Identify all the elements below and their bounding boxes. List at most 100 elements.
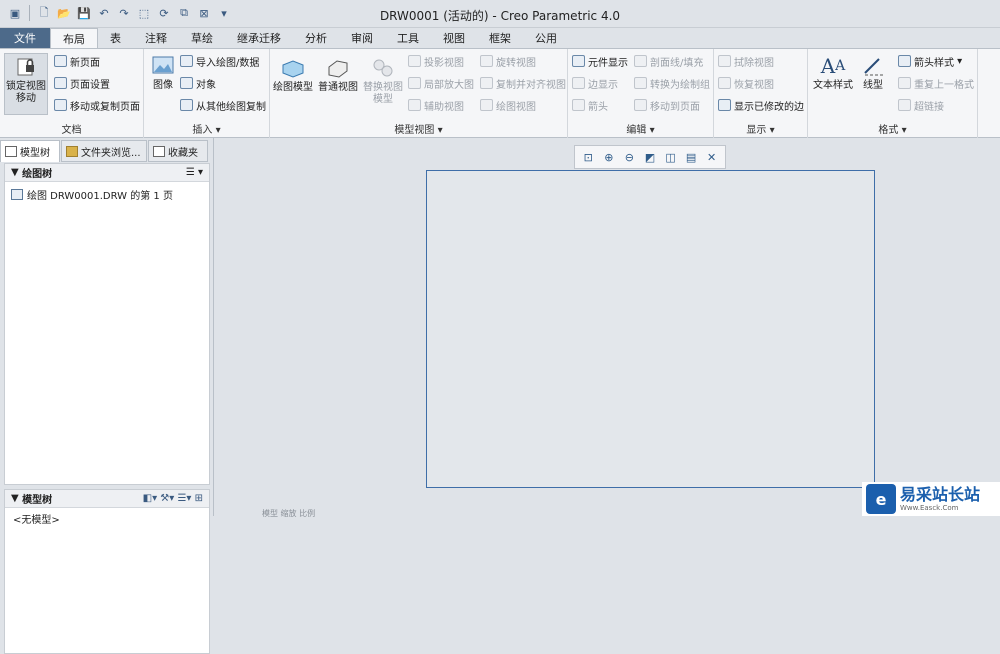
drawing-view-label: 绘图视图 bbox=[496, 101, 536, 113]
repeat-format-icon bbox=[898, 77, 911, 89]
image-button[interactable]: 图像 bbox=[148, 55, 178, 92]
line-style-button[interactable]: 线型 bbox=[856, 55, 890, 92]
tree-settings-icon[interactable]: ☰ ▾ bbox=[186, 167, 203, 178]
tab-annotate[interactable]: 注释 bbox=[133, 28, 179, 48]
resume-view-icon bbox=[718, 77, 731, 89]
group-model-views: 绘图模型 普通视图 替换视图 模型 投影视图 局部放大图 辅助视图 旋转视图 复… bbox=[270, 49, 568, 138]
move-to-page-label: 移动到页面 bbox=[650, 101, 700, 113]
group-edit-label[interactable]: 编辑 ▾ bbox=[568, 121, 713, 136]
tab-legacy-migration[interactable]: 继承迁移 bbox=[225, 28, 293, 48]
navigator-tabs: 模型树 文件夹浏览... 收藏夹 bbox=[0, 140, 212, 162]
watermark-logo-icon: e bbox=[866, 484, 896, 514]
tab-sketch[interactable]: 草绘 bbox=[179, 28, 225, 48]
drawing-view-icon bbox=[480, 99, 493, 111]
group-display-label[interactable]: 显示 ▾ bbox=[714, 121, 807, 136]
ribbon-tabs: 文件 布局 表 注释 草绘 继承迁移 分析 审阅 工具 视图 框架 公用 bbox=[0, 28, 1000, 48]
tab-tools[interactable]: 工具 bbox=[385, 28, 431, 48]
tab-table[interactable]: 表 bbox=[98, 28, 133, 48]
convert-to-drawing-label: 转换为绘制组 bbox=[650, 79, 710, 91]
object-button[interactable]: 对象 bbox=[180, 75, 216, 91]
show-modified-edges-icon bbox=[718, 99, 731, 111]
erase-view-label: 拭除视图 bbox=[734, 57, 774, 69]
annotation-display-icon[interactable]: ✕ bbox=[704, 149, 720, 165]
new-page-button[interactable]: 新页面 bbox=[54, 53, 100, 69]
import-icon bbox=[180, 55, 193, 67]
tab-frame[interactable]: 框架 bbox=[477, 28, 523, 48]
tab-analysis[interactable]: 分析 bbox=[293, 28, 339, 48]
status-text: 模型 缩放 比例 bbox=[262, 509, 316, 518]
move-to-page-button: 移动到页面 bbox=[634, 97, 700, 113]
tab-folder-browser[interactable]: 文件夹浏览... bbox=[61, 140, 147, 162]
move-copy-page-button[interactable]: 移动或复制页面 bbox=[54, 97, 140, 113]
repaint-icon[interactable]: ◩ bbox=[642, 149, 658, 165]
drawing-tree-item[interactable]: 绘图 DRW0001.DRW 的第 1 页 bbox=[5, 186, 209, 202]
tab-favorites[interactable]: 收藏夹 bbox=[148, 140, 208, 162]
group-model-views-label[interactable]: 模型视图 ▾ bbox=[270, 121, 567, 136]
tab-view[interactable]: 视图 bbox=[431, 28, 477, 48]
tab-common[interactable]: 公用 bbox=[523, 28, 569, 48]
model-tree: ▼ 模型树 ◧▾ ⚒▾ ☰▾ ⊞ <无模型> bbox=[4, 489, 210, 654]
lock-view-move-button[interactable]: 锁定视图 移动 bbox=[4, 53, 48, 115]
tab-file[interactable]: 文件 bbox=[0, 28, 50, 48]
group-edit: 元件显示 边显示 箭头 剖面线/填充 转换为绘制组 移动到页面 编辑 ▾ bbox=[568, 49, 714, 138]
ribbon: 锁定视图 移动 新页面 页面设置 移动或复制页面 文档 图像 导入绘图/数据 对… bbox=[0, 48, 1000, 138]
zoom-out-icon[interactable]: ⊖ bbox=[621, 149, 637, 165]
projection-view-label: 投影视图 bbox=[424, 57, 464, 69]
new-page-label: 新页面 bbox=[70, 57, 100, 69]
replace-view-model-button: 替换视图 模型 bbox=[362, 57, 404, 106]
import-drawing-data-button[interactable]: 导入绘图/数据 bbox=[180, 53, 259, 69]
drawing-sheet[interactable] bbox=[426, 170, 875, 488]
general-view-label: 普通视图 bbox=[318, 82, 358, 93]
view-manager-icon[interactable]: ▤ bbox=[683, 149, 699, 165]
convert-icon bbox=[634, 77, 647, 89]
resume-view-label: 恢复视图 bbox=[734, 79, 774, 91]
graphics-toolbar: ⊡ ⊕ ⊖ ◩ ◫ ▤ ✕ bbox=[574, 145, 726, 169]
lock-icon bbox=[13, 56, 39, 78]
group-format-label[interactable]: 格式 ▾ bbox=[808, 121, 977, 136]
move-copy-page-label: 移动或复制页面 bbox=[70, 101, 140, 113]
general-view-button[interactable]: 普通视图 bbox=[316, 57, 360, 94]
zoom-in-icon[interactable]: ⊕ bbox=[601, 149, 617, 165]
drawing-model-button[interactable]: 绘图模型 bbox=[272, 57, 314, 94]
edge-display-icon bbox=[572, 77, 585, 89]
tab-review[interactable]: 审阅 bbox=[339, 28, 385, 48]
section-hatch-button: 剖面线/填充 bbox=[634, 53, 703, 69]
page-setup-button[interactable]: 页面设置 bbox=[54, 75, 110, 91]
move-to-page-icon bbox=[634, 99, 647, 111]
model-tree-header[interactable]: ▼ 模型树 ◧▾ ⚒▾ ☰▾ ⊞ bbox=[5, 490, 209, 508]
object-icon bbox=[180, 77, 193, 89]
projection-view-button: 投影视图 bbox=[408, 53, 464, 69]
copy-from-other-drawing-button[interactable]: 从其他绘图复制 bbox=[180, 97, 266, 113]
component-display-button[interactable]: 元件显示 bbox=[572, 53, 628, 69]
revolved-view-button: 旋转视图 bbox=[480, 53, 536, 69]
refit-icon[interactable]: ⊡ bbox=[580, 149, 596, 165]
collapse-icon[interactable]: ▼ bbox=[11, 167, 22, 178]
tab-layout[interactable]: 布局 bbox=[50, 28, 98, 48]
section-hatch-icon bbox=[634, 55, 647, 67]
replace-model-label: 替换视图 模型 bbox=[363, 82, 403, 105]
group-insert-label[interactable]: 插入 ▾ bbox=[144, 121, 269, 136]
edge-display-label: 边显示 bbox=[588, 79, 618, 91]
arrow-icon bbox=[572, 99, 585, 111]
drawing-tree-header[interactable]: ▼ 绘图树 ☰ ▾ bbox=[5, 164, 209, 182]
collapse-icon[interactable]: ▼ bbox=[11, 493, 22, 504]
hyperlink-button: 超链接 bbox=[898, 97, 944, 113]
text-style-label: 文本样式 bbox=[813, 80, 853, 91]
image-label: 图像 bbox=[153, 80, 173, 91]
arrow-style-icon bbox=[898, 55, 911, 67]
arrow-style-button[interactable]: 箭头样式 ▾ bbox=[898, 53, 962, 69]
group-format: AA 文本样式 线型 箭头样式 ▾ 重复上一格式 超链接 格式 ▾ bbox=[808, 49, 978, 138]
model-tree-item: <无模型> bbox=[13, 514, 60, 526]
show-modified-edges-button[interactable]: 显示已修改的边 bbox=[718, 97, 804, 113]
repeat-last-format-button: 重复上一格式 bbox=[898, 75, 974, 91]
page-setup-icon bbox=[54, 77, 67, 89]
display-style-icon[interactable]: ◫ bbox=[663, 149, 679, 165]
auxiliary-view-button: 辅助视图 bbox=[408, 97, 464, 113]
arrow-button: 箭头 bbox=[572, 97, 608, 113]
tab-model-tree[interactable]: 模型树 bbox=[0, 140, 60, 162]
model-tree-tools-icon[interactable]: ◧▾ ⚒▾ ☰▾ ⊞ bbox=[143, 493, 203, 504]
text-style-button[interactable]: AA 文本样式 bbox=[810, 55, 856, 92]
line-style-label: 线型 bbox=[863, 80, 883, 91]
new-page-icon bbox=[54, 55, 67, 67]
favorites-icon bbox=[153, 145, 165, 157]
